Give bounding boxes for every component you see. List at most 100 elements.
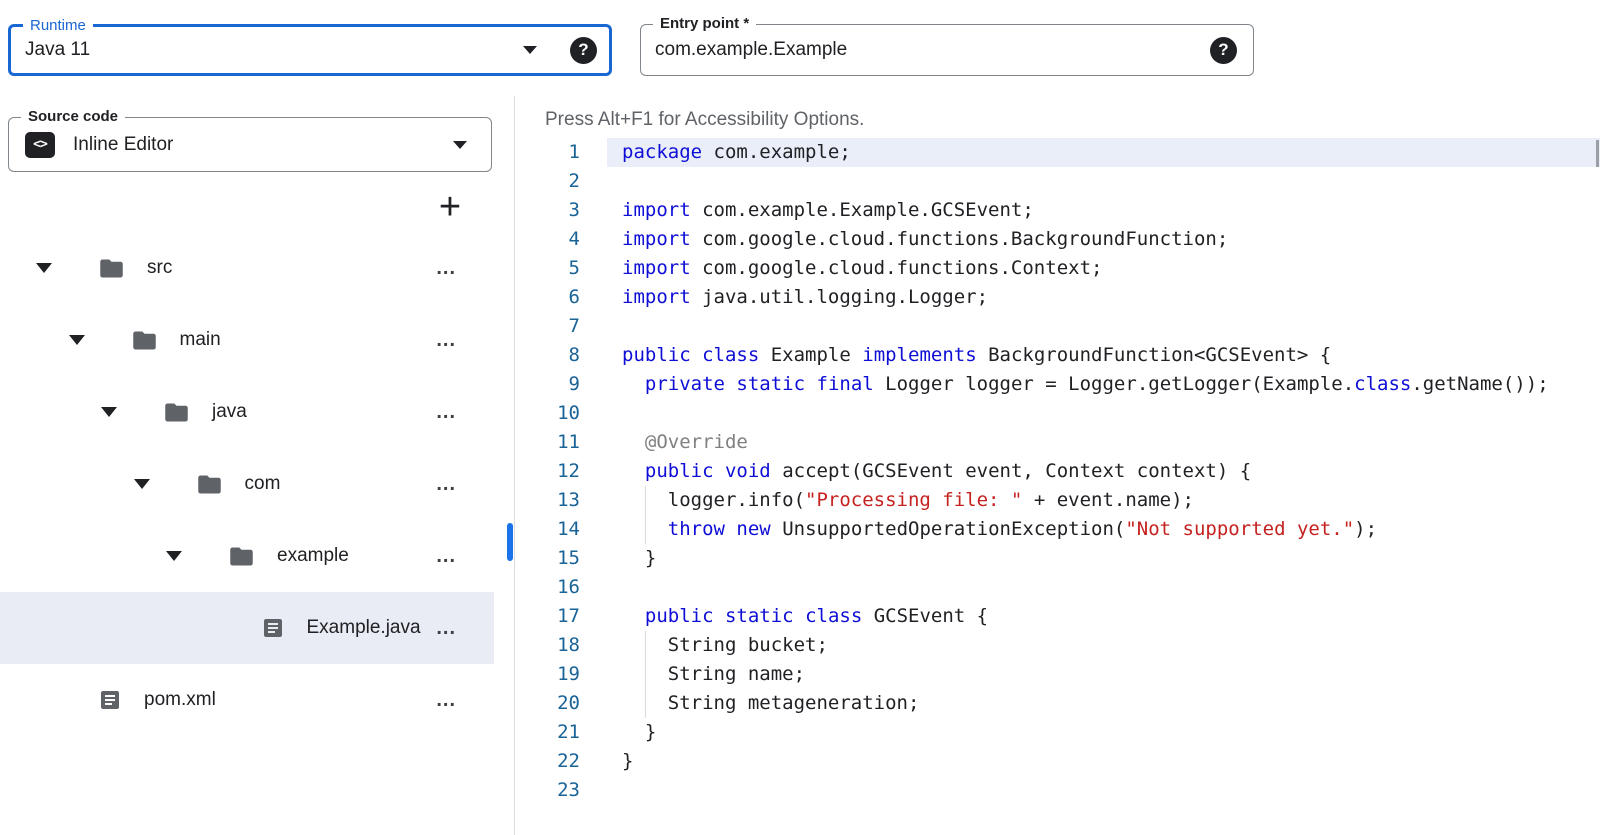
tree-item-label: java: [212, 401, 247, 423]
expand-caret-icon[interactable]: [36, 263, 52, 273]
code-line-content[interactable]: String name;: [607, 660, 1600, 689]
code-line-content[interactable]: @Override: [607, 428, 1600, 457]
code-line-content[interactable]: public class Example implements Backgrou…: [607, 341, 1600, 370]
runtime-label: Runtime: [23, 17, 93, 34]
tree-row-java[interactable]: java...: [0, 376, 494, 448]
line-number: 1: [515, 138, 607, 167]
code-line-content[interactable]: }: [607, 747, 1600, 776]
more-options-button[interactable]: ...: [436, 335, 456, 345]
indent-guide-line: [645, 660, 646, 689]
tree-row-com[interactable]: com...: [0, 448, 494, 520]
source-code-label: Source code: [21, 108, 125, 125]
code-line: 19 String name;: [515, 660, 1600, 689]
code-line-content[interactable]: public static class GCSEvent {: [607, 602, 1600, 631]
code-line-content[interactable]: import com.example.Example.GCSEvent;: [607, 196, 1600, 225]
code-line: 18 String bucket;: [515, 631, 1600, 660]
code-line-content[interactable]: package com.example;: [607, 138, 1600, 167]
code-editor[interactable]: 1package com.example;23import com.exampl…: [515, 138, 1600, 835]
divider-handle[interactable]: [507, 523, 513, 561]
runtime-value: Java 11: [25, 39, 90, 61]
entry-point-help-icon[interactable]: ?: [1210, 37, 1237, 64]
code-line: 11 @Override: [515, 428, 1600, 457]
expand-caret-icon[interactable]: [101, 407, 117, 417]
line-number: 2: [515, 167, 607, 196]
more-options-button[interactable]: ...: [436, 695, 456, 705]
more-options-button[interactable]: ...: [436, 623, 456, 633]
tree-row-main[interactable]: main...: [0, 304, 494, 376]
code-line: 8public class Example implements Backgro…: [515, 341, 1600, 370]
tree-item-label: src: [147, 257, 172, 279]
add-file-button[interactable]: +: [429, 186, 471, 228]
folder-icon: [228, 543, 255, 570]
code-line: 2: [515, 167, 1600, 196]
code-line-content[interactable]: String bucket;: [607, 631, 1600, 660]
code-line: 10: [515, 399, 1600, 428]
code-line-content[interactable]: import com.google.cloud.functions.Contex…: [607, 254, 1600, 283]
overview-ruler-marker: [1596, 140, 1599, 167]
code-line: 21 }: [515, 718, 1600, 747]
source-code-select[interactable]: Source code <> Inline Editor: [8, 117, 492, 172]
line-number: 14: [515, 515, 607, 544]
tree-row-example[interactable]: example...: [0, 520, 494, 592]
line-number: 18: [515, 631, 607, 660]
line-number: 4: [515, 225, 607, 254]
expand-caret-icon[interactable]: [134, 479, 150, 489]
code-line: 14 throw new UnsupportedOperationExcepti…: [515, 515, 1600, 544]
code-line-content[interactable]: throw new UnsupportedOperationException(…: [607, 515, 1600, 544]
line-number: 19: [515, 660, 607, 689]
code-line: 12 public void accept(GCSEvent event, Co…: [515, 457, 1600, 486]
folder-icon: [131, 327, 158, 354]
file-icon: [98, 688, 122, 712]
entry-point-field[interactable]: Entry point * com.example.Example ?: [640, 24, 1254, 76]
code-line-content[interactable]: private static final Logger logger = Log…: [607, 370, 1600, 399]
accessibility-hint: Press Alt+F1 for Accessibility Options.: [545, 109, 864, 131]
indent-guide-line: [645, 515, 646, 544]
file-tree: src...main...java...com...example...Exam…: [0, 232, 494, 736]
line-number: 23: [515, 776, 607, 805]
chevron-down-icon[interactable]: [453, 141, 467, 149]
code-line-content[interactable]: [607, 312, 1600, 341]
tree-row-pom-xml[interactable]: pom.xml...: [0, 664, 494, 736]
code-line-content[interactable]: [607, 167, 1600, 196]
code-line-content[interactable]: import com.google.cloud.functions.Backgr…: [607, 225, 1600, 254]
source-code-value: Inline Editor: [73, 134, 173, 156]
expand-caret-icon[interactable]: [166, 551, 182, 561]
line-number: 3: [515, 196, 607, 225]
line-number: 16: [515, 573, 607, 602]
expand-caret-icon[interactable]: [69, 335, 85, 345]
line-number: 8: [515, 341, 607, 370]
code-line-content[interactable]: import java.util.logging.Logger;: [607, 283, 1600, 312]
file-icon: [261, 616, 285, 640]
code-line-content[interactable]: }: [607, 544, 1600, 573]
tree-row-src[interactable]: src...: [0, 232, 494, 304]
code-icon: <>: [25, 132, 55, 158]
code-line-content[interactable]: [607, 776, 1600, 805]
line-number: 9: [515, 370, 607, 399]
line-number: 22: [515, 747, 607, 776]
line-number: 12: [515, 457, 607, 486]
tree-item-label: pom.xml: [144, 689, 216, 711]
runtime-help-icon[interactable]: ?: [570, 37, 597, 64]
code-line-content[interactable]: }: [607, 718, 1600, 747]
code-line-content[interactable]: [607, 573, 1600, 602]
code-line-content[interactable]: public void accept(GCSEvent event, Conte…: [607, 457, 1600, 486]
entry-point-value: com.example.Example: [655, 39, 847, 61]
code-line: 3import com.example.Example.GCSEvent;: [515, 196, 1600, 225]
tree-item-label: Example.java: [307, 617, 421, 639]
code-line: 7: [515, 312, 1600, 341]
tree-row-example-java[interactable]: Example.java...: [0, 592, 494, 664]
more-options-button[interactable]: ...: [436, 551, 456, 561]
more-options-button[interactable]: ...: [436, 263, 456, 273]
runtime-select[interactable]: Runtime Java 11 ?: [8, 24, 612, 76]
code-line-content[interactable]: logger.info("Processing file: " + event.…: [607, 486, 1600, 515]
line-number: 21: [515, 718, 607, 747]
line-number: 6: [515, 283, 607, 312]
line-number: 7: [515, 312, 607, 341]
more-options-button[interactable]: ...: [436, 479, 456, 489]
tree-item-label: main: [180, 329, 221, 351]
chevron-down-icon[interactable]: [523, 46, 537, 54]
code-line: 13 logger.info("Processing file: " + eve…: [515, 486, 1600, 515]
code-line-content[interactable]: [607, 399, 1600, 428]
code-line-content[interactable]: String metageneration;: [607, 689, 1600, 718]
more-options-button[interactable]: ...: [436, 407, 456, 417]
